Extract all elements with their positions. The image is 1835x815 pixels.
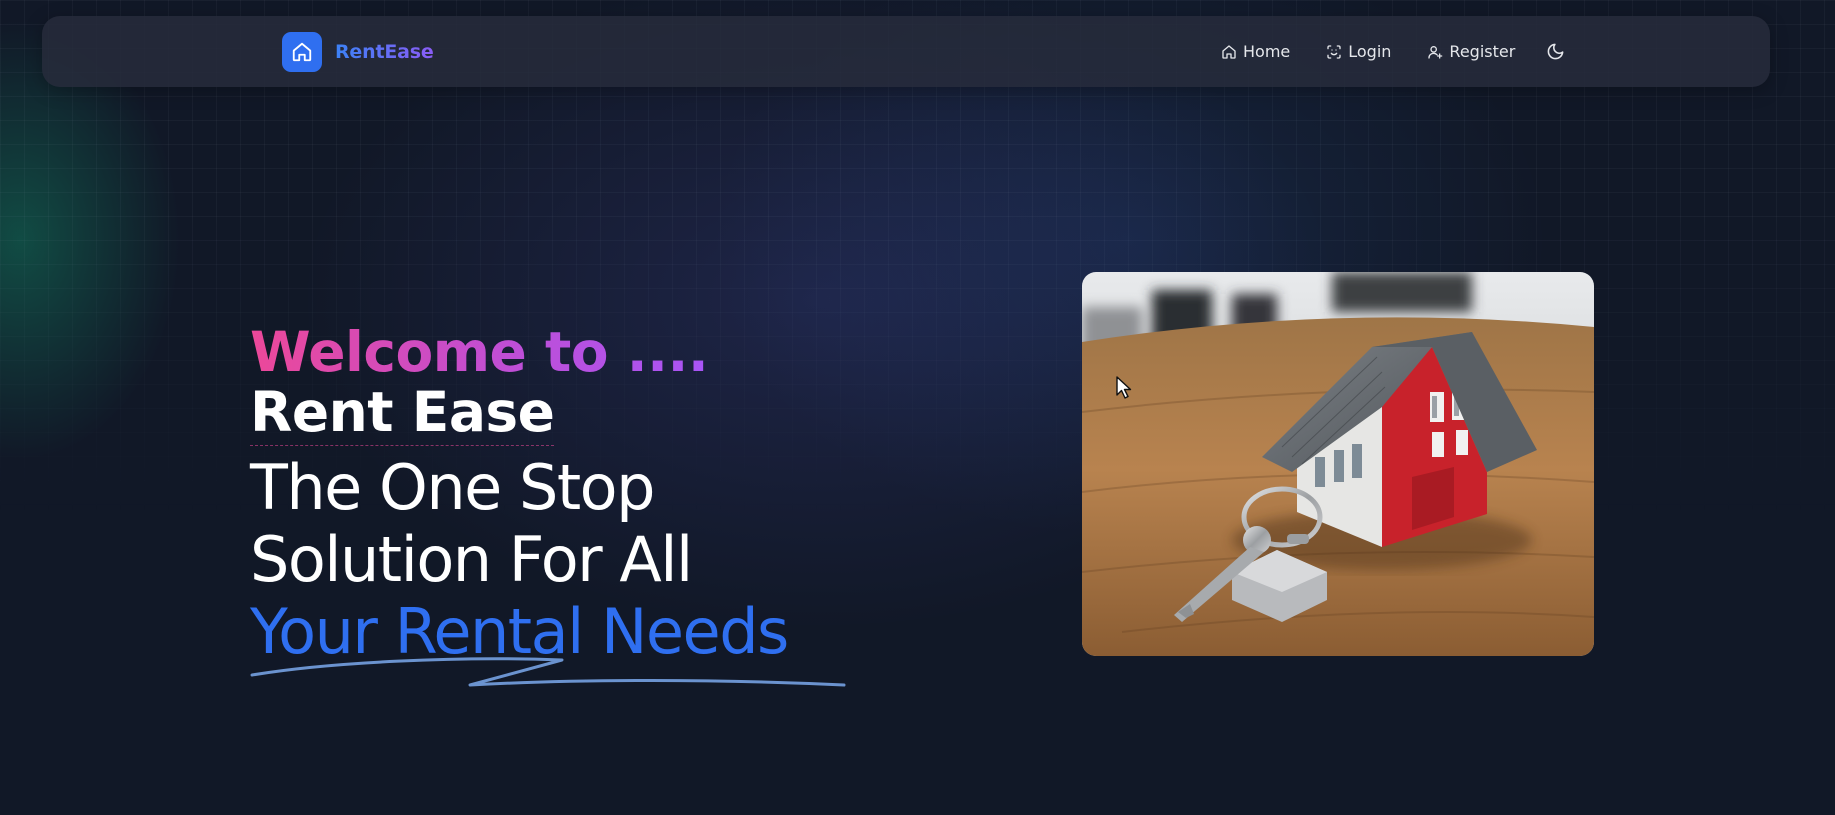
tagline-line-1: The One Stop bbox=[250, 451, 655, 524]
nav-home-label: Home bbox=[1243, 42, 1291, 61]
nav-home-link[interactable]: Home bbox=[1221, 42, 1290, 61]
tagline-line-2: Solution For All bbox=[250, 523, 693, 596]
nav-login-link[interactable]: Login bbox=[1326, 42, 1391, 61]
welcome-heading: Welcome to .... Rent Ease bbox=[250, 320, 850, 446]
brand-link[interactable]: RentEase bbox=[282, 32, 434, 72]
nav-register-label: Register bbox=[1449, 42, 1516, 61]
theme-toggle-button[interactable] bbox=[1543, 40, 1567, 64]
tagline-highlight-wrap: Your Rental Needs bbox=[250, 596, 846, 687]
nav-register-link[interactable]: Register bbox=[1427, 42, 1515, 61]
scribble-underline bbox=[250, 657, 846, 687]
navbar: RentEase Home Login Register bbox=[42, 16, 1770, 87]
home-icon bbox=[1222, 44, 1236, 59]
nav-links: Home Login Register bbox=[1221, 16, 1567, 87]
mouse-cursor-icon bbox=[1116, 376, 1132, 399]
moon-icon bbox=[1547, 43, 1564, 60]
user-plus-icon bbox=[1428, 45, 1443, 59]
hero-text: Welcome to .... Rent Ease The One Stop S… bbox=[250, 320, 850, 687]
home-icon bbox=[282, 32, 322, 72]
house-keys-image bbox=[1082, 272, 1594, 656]
scan-face-icon bbox=[1327, 44, 1341, 59]
page: RentEase Home Login Register Welcome to … bbox=[0, 0, 1835, 815]
nav-login-label: Login bbox=[1348, 42, 1392, 61]
welcome-brand: Rent Ease bbox=[250, 380, 555, 446]
tagline: The One Stop Solution For All Your Renta… bbox=[250, 451, 850, 687]
brand-name: RentEase bbox=[335, 41, 434, 63]
tagline-line-3: Your Rental Needs bbox=[250, 596, 850, 687]
welcome-prefix: Welcome to .... bbox=[250, 320, 709, 384]
